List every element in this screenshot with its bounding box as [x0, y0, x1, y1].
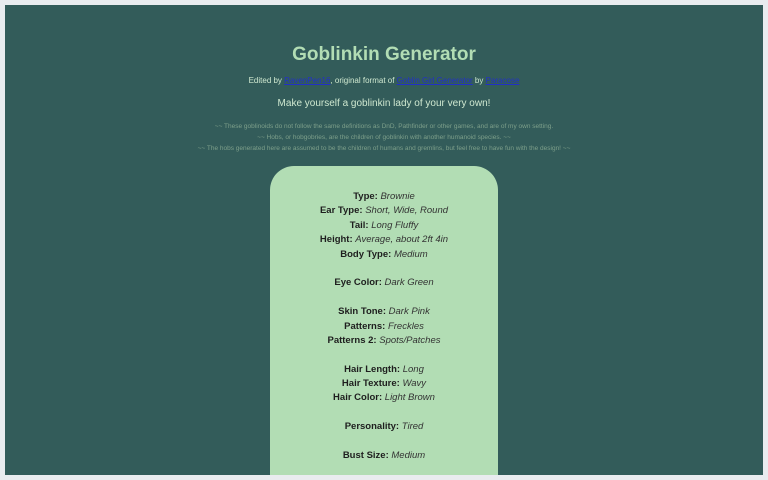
- row-patterns-2: Patterns 2: Spots/Patches: [270, 334, 498, 348]
- patterns-label: Patterns:: [344, 320, 386, 332]
- tagline: Make yourself a goblinkin lady of your v…: [277, 98, 491, 109]
- bust-size-value: Medium: [391, 450, 426, 462]
- credits-prefix: Edited by: [248, 76, 285, 85]
- eye-color-value: Dark Green: [384, 277, 434, 289]
- body-type-label: Body Type:: [340, 248, 392, 260]
- editor-link[interactable]: RavenPen16: [284, 76, 330, 85]
- row-type: Type: Brownie: [270, 190, 498, 204]
- body-type-value: Medium: [393, 248, 428, 260]
- page-background: Goblinkin Generator Edited by RavenPen16…: [5, 5, 763, 475]
- result-card: Type: Brownie Ear Type: Short, Wide, Rou…: [270, 166, 498, 475]
- author-link[interactable]: Paracose: [486, 76, 520, 85]
- hair-color-value: Light Brown: [384, 392, 435, 404]
- page-title: Goblinkin Generator: [292, 44, 476, 65]
- skin-tone-value: Dark Pink: [388, 306, 430, 318]
- row-personality: Personality: Tired: [270, 420, 498, 434]
- patterns-2-value: Spots/Patches: [379, 334, 441, 346]
- hair-texture-value: Wavy: [402, 378, 427, 390]
- row-hair-color: Hair Color: Light Brown: [270, 391, 498, 405]
- row-tail: Tail: Long Fluffy: [270, 219, 498, 233]
- row-patterns: Patterns: Freckles: [270, 320, 498, 334]
- note-line: ~~ These goblinoids do not follow the sa…: [214, 123, 554, 130]
- note-line: ~~ Hobs, or hobgobries, are the children…: [257, 134, 511, 141]
- tail-label: Tail:: [349, 219, 369, 231]
- original-generator-link[interactable]: Goblin Girl Generator: [397, 76, 473, 85]
- personality-value: Tired: [401, 421, 424, 433]
- hair-length-value: Long: [402, 363, 424, 375]
- row-hair-texture: Hair Texture: Wavy: [270, 377, 498, 391]
- note-line: ~~ The hobs generated here are assumed t…: [197, 145, 571, 152]
- row-ear-type: Ear Type: Short, Wide, Round: [270, 204, 498, 218]
- height-value: Average, about 2ft 4in: [355, 234, 449, 246]
- personality-label: Personality:: [344, 421, 400, 433]
- hair-texture-label: Hair Texture:: [341, 378, 400, 390]
- height-label: Height:: [319, 234, 353, 246]
- type-value: Brownie: [380, 191, 415, 202]
- row-bust-size: Bust Size: Medium: [270, 449, 498, 463]
- row-height: Height: Average, about 2ft 4in: [270, 233, 498, 247]
- credits-by: by: [472, 76, 486, 85]
- patterns-value: Freckles: [387, 320, 424, 332]
- credits-line: Edited by RavenPen16, original format of…: [5, 75, 763, 87]
- eye-color-label: Eye Color:: [334, 277, 382, 289]
- row-skin-tone: Skin Tone: Dark Pink: [270, 305, 498, 319]
- credits-middle: , original format of: [330, 76, 397, 85]
- row-body-type: Body Type: Medium: [270, 248, 498, 262]
- row-hair-length: Hair Length: Long: [270, 363, 498, 377]
- tail-value: Long Fluffy: [371, 219, 419, 231]
- type-label: Type:: [353, 191, 378, 202]
- notes-block: ~~ These goblinoids do not follow the sa…: [5, 121, 763, 154]
- ear-type-label: Ear Type:: [319, 205, 363, 217]
- hair-length-label: Hair Length:: [344, 363, 401, 375]
- ear-type-value: Short, Wide, Round: [365, 205, 449, 217]
- bust-size-label: Bust Size:: [342, 450, 389, 462]
- skin-tone-label: Skin Tone:: [338, 306, 387, 318]
- row-eye-color: Eye Color: Dark Green: [270, 276, 498, 290]
- patterns-2-label: Patterns 2:: [327, 334, 377, 346]
- hair-color-label: Hair Color:: [333, 392, 383, 404]
